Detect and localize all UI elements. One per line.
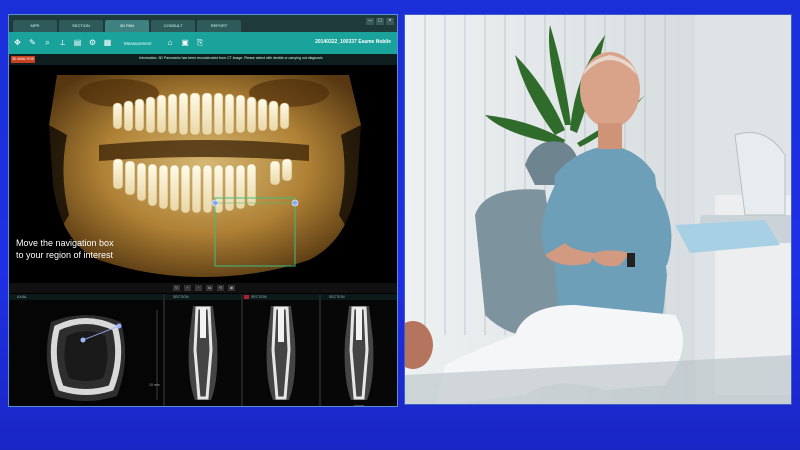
3d-panoramic-view[interactable]: Move the navigation box to your region o… xyxy=(9,65,397,283)
maximize-icon[interactable]: □ xyxy=(376,18,384,25)
cross-section-1[interactable]: SECTION xyxy=(165,294,241,406)
pan-icon[interactable]: ✥ xyxy=(13,38,22,48)
patient-study-info: 20140322_100337 Esame Nobile xyxy=(315,39,391,45)
tab-section[interactable]: SECTION xyxy=(59,20,103,32)
measure-icon[interactable]: ⟂ xyxy=(58,38,67,48)
dental-imaging-window: MPR SECTION 3D PAN CONSULT REPORT – □ × … xyxy=(8,14,398,407)
minimize-icon[interactable]: – xyxy=(366,18,374,25)
section-2-ct-image xyxy=(243,300,319,406)
export-icon[interactable]: ⎘ xyxy=(196,38,205,48)
image-icon[interactable]: ▣ xyxy=(181,38,190,48)
tab-consult[interactable]: CONSULT xyxy=(151,20,195,32)
zoom-icon[interactable]: ⌕ xyxy=(43,38,52,48)
section-3-header: SECTION xyxy=(321,294,397,300)
section-3-ct-image xyxy=(321,300,397,406)
tab-report[interactable]: REPORT xyxy=(197,20,241,32)
instruction-line-2: to your region of interest xyxy=(16,250,114,260)
reset-icon[interactable]: ⟲ xyxy=(217,285,224,291)
ct-slice-strip: AXIAL 10 mm SECTION SECTION SECTION xyxy=(9,294,397,406)
section-1-header: SECTION xyxy=(165,294,241,300)
slice-scrollbar[interactable] xyxy=(354,405,364,406)
axial-label: AXIAL xyxy=(17,295,27,299)
instruction-line-1: Move the navigation box xyxy=(16,238,114,248)
selected-marker-icon xyxy=(244,295,249,299)
rotate-icon[interactable]: ↻ xyxy=(173,285,180,291)
view-toolstrip: ↻ + − ⇋ ⟲ ◉ xyxy=(9,283,397,293)
axial-ct-image: 10 mm xyxy=(9,300,163,406)
mode-tab-bar: MPR SECTION 3D PAN CONSULT REPORT – □ × xyxy=(9,15,397,32)
tab-3d-pan[interactable]: 3D PAN xyxy=(105,20,149,32)
tab-mpr[interactable]: MPR xyxy=(13,20,57,32)
measurement-dropdown[interactable]: Measurement xyxy=(124,41,152,46)
print-icon[interactable]: ▤ xyxy=(73,38,82,48)
section-2-label: SECTION xyxy=(251,295,267,299)
section-1-ct-image xyxy=(165,300,241,406)
grid-icon[interactable]: ▦ xyxy=(103,38,112,48)
brush-icon[interactable]: ✎ xyxy=(28,38,37,48)
axial-view[interactable]: AXIAL 10 mm xyxy=(9,294,163,406)
axial-header: AXIAL xyxy=(9,294,163,300)
home-icon[interactable]: ⌂ xyxy=(166,38,175,48)
mode-badge: 3D ANALYSIS xyxy=(11,56,35,63)
section-3-label: SECTION xyxy=(329,295,345,299)
presenter-video xyxy=(404,14,792,405)
tool-toolbar: ✥ ✎ ⌕ ⟂ ▤ ⚙ ▦ Measurement ⌂ ▣ ⎘ 20140322… xyxy=(9,32,397,54)
settings-icon[interactable]: ⚙ xyxy=(88,38,97,48)
axial-marker-1[interactable] xyxy=(80,337,86,343)
close-icon[interactable]: × xyxy=(386,18,394,25)
snapshot-icon[interactable]: ◉ xyxy=(228,285,235,291)
zoom-in-icon[interactable]: + xyxy=(184,285,191,291)
info-message: Information: 3D Panoramic has been recon… xyxy=(139,56,323,60)
cross-section-3[interactable]: SECTION xyxy=(321,294,397,406)
cross-section-2[interactable]: SECTION xyxy=(243,294,319,406)
zoom-out-icon[interactable]: − xyxy=(195,285,202,291)
section-2-header: SECTION xyxy=(243,294,319,300)
axial-marker-2[interactable] xyxy=(116,323,122,329)
flip-icon[interactable]: ⇋ xyxy=(206,285,213,291)
scale-label: 10 mm xyxy=(149,383,160,387)
navigation-instruction: Move the navigation box to your region o… xyxy=(16,237,146,261)
window-controls: – □ × xyxy=(366,18,394,25)
dentist-scene xyxy=(405,15,791,404)
section-1-label: SECTION xyxy=(173,295,189,299)
status-subbar: 3D ANALYSIS Information: 3D Panoramic ha… xyxy=(9,54,397,65)
